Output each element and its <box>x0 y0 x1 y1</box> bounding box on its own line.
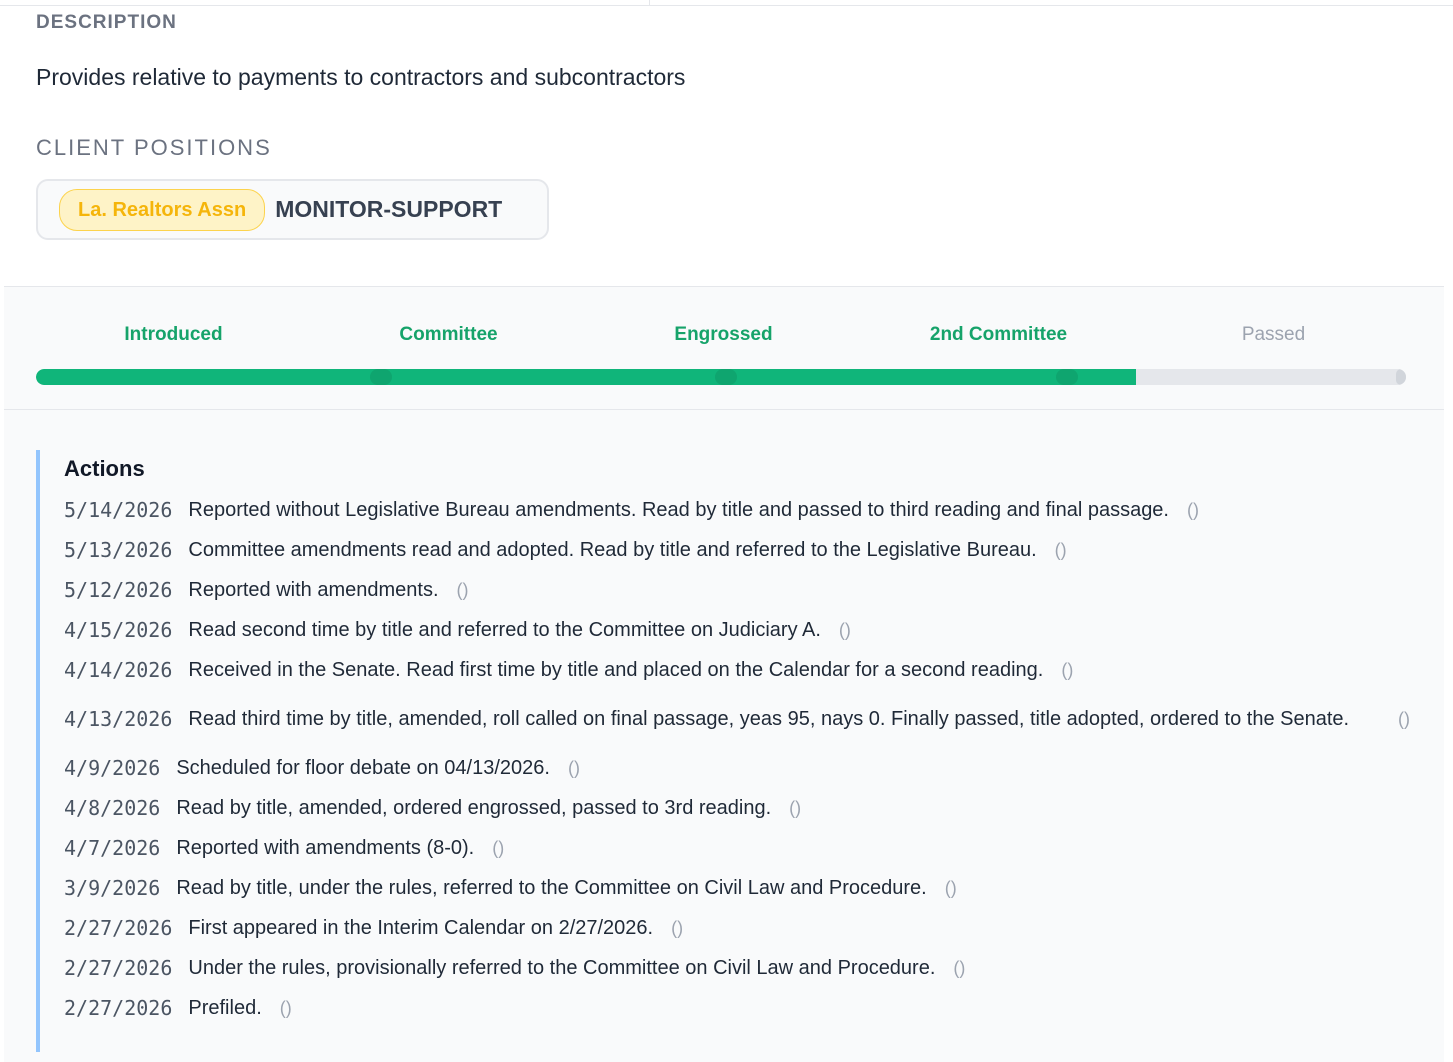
actions-title: Actions <box>64 456 145 481</box>
description-section: DESCRIPTION Provides relative to payment… <box>36 11 1417 92</box>
progress-track <box>36 369 1406 385</box>
progress-node <box>715 369 737 385</box>
description-heading: DESCRIPTION <box>36 12 177 33</box>
position-value: MONITOR-SUPPORT <box>275 196 503 222</box>
action-source-link[interactable]: () <box>280 998 292 1019</box>
progress-stages: Introduced Committee Engrossed 2nd Commi… <box>36 323 1411 347</box>
action-date: 4/14/2026 <box>64 658 173 682</box>
action-row: 2/27/2026 Prefiled. () <box>64 988 1414 1028</box>
action-date: 2/27/2026 <box>64 916 173 940</box>
action-text: Reported without Legislative Bureau amen… <box>188 498 1169 521</box>
action-date: 4/13/2026 <box>64 707 173 731</box>
stage-2nd-committee: 2nd Committee <box>929 324 1068 345</box>
action-source-link[interactable]: () <box>457 580 469 601</box>
action-date: 2/27/2026 <box>64 996 173 1020</box>
action-text: Read by title, amended, ordered engrosse… <box>176 796 772 819</box>
stage-passed: Passed <box>1241 324 1306 345</box>
action-row: 3/9/2026 Read by title, under the rules,… <box>64 868 1414 908</box>
action-date: 4/8/2026 <box>64 796 161 820</box>
action-date: 3/9/2026 <box>64 876 161 900</box>
client-positions-heading: CLIENT POSITIONS <box>36 135 272 160</box>
action-text: Reported with amendments (8-0). <box>176 836 475 859</box>
stage-introduced: Introduced <box>124 324 223 345</box>
action-date: 2/27/2026 <box>64 956 173 980</box>
progress-end-cap <box>1396 369 1406 385</box>
action-source-link[interactable]: () <box>1187 500 1199 521</box>
action-date: 5/14/2026 <box>64 498 173 522</box>
action-row: 4/13/2026 Read third time by title, amen… <box>64 690 1414 748</box>
action-source-link[interactable]: () <box>789 798 801 819</box>
client-badge[interactable]: La. Realtors Assn <box>59 188 266 231</box>
action-source-link[interactable]: () <box>1398 709 1410 730</box>
action-source-link[interactable]: () <box>953 958 965 979</box>
action-row: 5/14/2026 Reported without Legislative B… <box>64 490 1414 530</box>
action-text: Read by title, under the rules, referred… <box>176 876 927 899</box>
action-text: Reported with amendments. <box>188 578 439 601</box>
progress-node <box>1056 369 1078 385</box>
action-row: 2/27/2026 Under the rules, provisionally… <box>64 948 1414 988</box>
action-date: 5/12/2026 <box>64 578 173 602</box>
action-date: 4/15/2026 <box>64 618 173 642</box>
action-row: 5/13/2026 Committee amendments read and … <box>64 530 1414 570</box>
action-text: Received in the Senate. Read first time … <box>188 658 1044 681</box>
action-row: 5/12/2026 Reported with amendments. () <box>64 570 1414 610</box>
action-row: 4/14/2026 Received in the Senate. Read f… <box>64 650 1414 690</box>
action-row: 4/8/2026 Read by title, amended, ordered… <box>64 788 1414 828</box>
action-list: 5/14/2026 Reported without Legislative B… <box>64 490 1414 1028</box>
actions-section: Actions 5/14/2026 Reported without Legis… <box>4 410 1444 1062</box>
action-text: Scheduled for floor debate on 04/13/2026… <box>176 756 550 779</box>
action-text: Read second time by title and referred t… <box>188 618 821 641</box>
progress-node <box>370 369 392 385</box>
bill-progress-section: Introduced Committee Engrossed 2nd Commi… <box>4 286 1444 410</box>
action-source-link[interactable]: () <box>839 620 851 641</box>
client-position-card: La. Realtors Assn MONITOR-SUPPORT <box>36 179 549 240</box>
action-source-link[interactable]: () <box>1061 660 1073 681</box>
top-divider <box>0 5 1453 6</box>
action-text: Read third time by title, amended, roll … <box>188 707 1350 730</box>
action-text: First appeared in the Interim Calendar o… <box>188 916 654 939</box>
action-source-link[interactable]: () <box>671 918 683 939</box>
action-row: 4/7/2026 Reported with amendments (8-0).… <box>64 828 1414 868</box>
action-date: 4/7/2026 <box>64 836 161 860</box>
description-text: Provides relative to payments to contrac… <box>36 64 686 90</box>
action-row: 4/15/2026 Read second time by title and … <box>64 610 1414 650</box>
action-source-link[interactable]: () <box>568 758 580 779</box>
stage-committee: Committee <box>399 324 498 345</box>
bill-detail-page: DESCRIPTION Provides relative to payment… <box>0 0 1453 1062</box>
actions-panel: Actions 5/14/2026 Reported without Legis… <box>36 450 1411 1052</box>
action-date: 4/9/2026 <box>64 756 161 780</box>
action-date: 5/13/2026 <box>64 538 173 562</box>
action-source-link[interactable]: () <box>1055 540 1067 561</box>
progress-fill <box>36 369 1137 385</box>
action-source-link[interactable]: () <box>945 878 957 899</box>
action-text: Committee amendments read and adopted. R… <box>188 538 1037 561</box>
top-divider-tick <box>649 0 650 6</box>
action-row: 4/9/2026 Scheduled for floor debate on 0… <box>64 748 1414 788</box>
action-text: Prefiled. <box>188 996 262 1019</box>
stage-engrossed: Engrossed <box>674 324 773 345</box>
action-source-link[interactable]: () <box>492 838 504 859</box>
action-row: 2/27/2026 First appeared in the Interim … <box>64 908 1414 948</box>
action-text: Under the rules, provisionally referred … <box>188 956 936 979</box>
